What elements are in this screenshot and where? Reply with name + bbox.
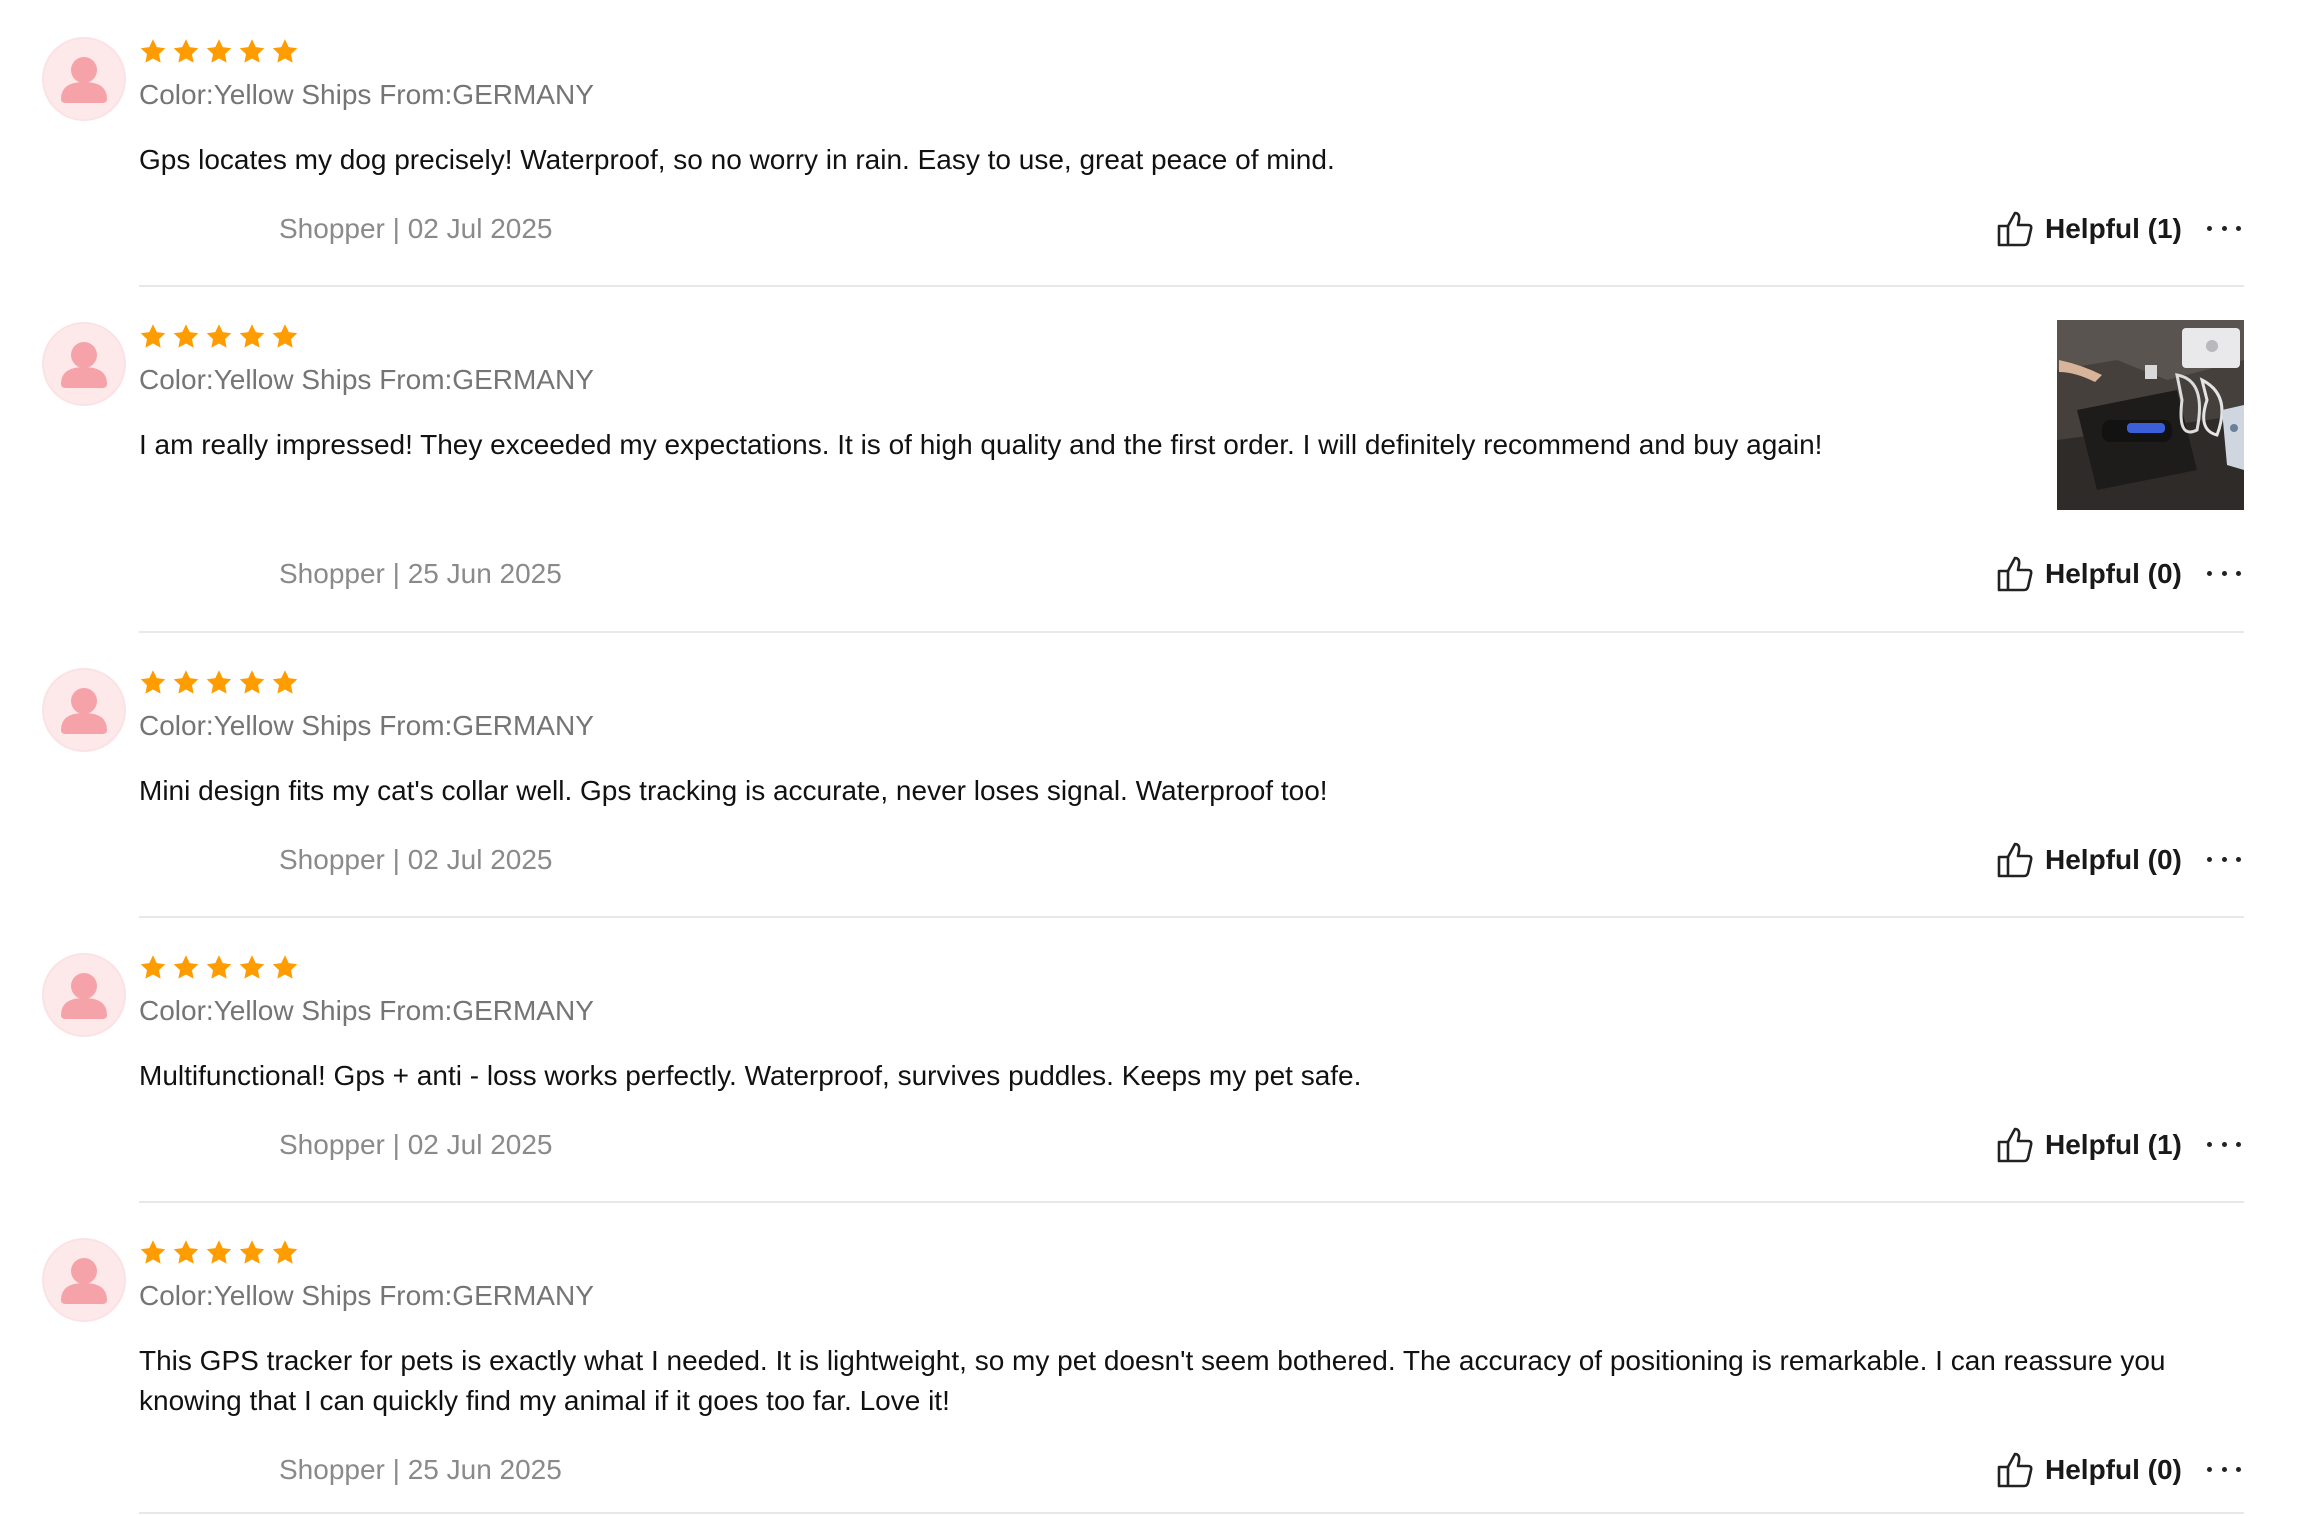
star-icon bbox=[237, 1238, 267, 1268]
star-rating bbox=[138, 953, 300, 983]
review-variant-meta: Color:Yellow Ships From:GERMANY bbox=[139, 710, 594, 741]
review-divider bbox=[139, 1201, 2244, 1203]
review-text: Mini design fits my cat's collar well. G… bbox=[139, 775, 1328, 806]
more-options-icon[interactable] bbox=[2207, 849, 2241, 869]
user-avatar-icon bbox=[42, 37, 126, 121]
helpful-label: Helpful (1) bbox=[2045, 1129, 2182, 1160]
review-variant-meta: Color:Yellow Ships From:GERMANY bbox=[139, 364, 594, 395]
star-icon bbox=[204, 37, 234, 67]
star-icon bbox=[270, 668, 300, 698]
review-variant-meta: Color:Yellow Ships From:GERMANY bbox=[139, 995, 594, 1026]
helpful-button[interactable]: Helpful (1) bbox=[1995, 207, 2182, 251]
star-icon bbox=[204, 322, 234, 352]
helpful-label: Helpful (1) bbox=[2045, 213, 2182, 244]
reviewer-date: Shopper | 02 Jul 2025 bbox=[279, 213, 553, 244]
thumbs-up-icon bbox=[1995, 554, 2035, 594]
star-icon bbox=[270, 953, 300, 983]
helpful-button[interactable]: Helpful (1) bbox=[1995, 1123, 2182, 1167]
helpful-label: Helpful (0) bbox=[2045, 1454, 2182, 1485]
reviewer-date: Shopper | 02 Jul 2025 bbox=[279, 844, 553, 875]
helpful-label: Helpful (0) bbox=[2045, 844, 2182, 875]
star-icon bbox=[171, 668, 201, 698]
star-icon bbox=[138, 37, 168, 67]
reviewer-date: Shopper | 25 Jun 2025 bbox=[279, 1454, 562, 1485]
review-variant-meta: Color:Yellow Ships From:GERMANY bbox=[139, 1280, 594, 1311]
review-variant-meta: Color:Yellow Ships From:GERMANY bbox=[139, 79, 594, 110]
user-avatar-icon bbox=[42, 668, 126, 752]
star-icon bbox=[138, 1238, 168, 1268]
helpful-button[interactable]: Helpful (0) bbox=[1995, 552, 2182, 596]
review-text: Gps locates my dog precisely! Waterproof… bbox=[139, 144, 1335, 175]
review-photo[interactable] bbox=[2057, 320, 2244, 510]
star-icon bbox=[237, 37, 267, 67]
more-options-icon[interactable] bbox=[2207, 218, 2241, 238]
star-icon bbox=[270, 322, 300, 352]
reviewer-date: Shopper | 02 Jul 2025 bbox=[279, 1129, 553, 1160]
user-avatar-icon bbox=[42, 322, 126, 406]
review-divider bbox=[139, 285, 2244, 287]
helpful-button[interactable]: Helpful (0) bbox=[1995, 1448, 2182, 1492]
star-rating bbox=[138, 322, 300, 352]
star-icon bbox=[171, 322, 201, 352]
star-icon bbox=[204, 668, 234, 698]
star-icon bbox=[138, 668, 168, 698]
star-icon bbox=[171, 953, 201, 983]
review-text: Multifunctional! Gps + anti - loss works… bbox=[139, 1060, 1362, 1091]
star-icon bbox=[237, 953, 267, 983]
review-text: I am really impressed! They exceeded my … bbox=[139, 429, 1823, 460]
reviewer-date: Shopper | 25 Jun 2025 bbox=[279, 558, 562, 589]
star-rating bbox=[138, 668, 300, 698]
helpful-label: Helpful (0) bbox=[2045, 558, 2182, 589]
star-icon bbox=[237, 322, 267, 352]
star-icon bbox=[171, 1238, 201, 1268]
star-icon bbox=[270, 37, 300, 67]
star-icon bbox=[204, 1238, 234, 1268]
review-divider bbox=[139, 916, 2244, 918]
thumbs-up-icon bbox=[1995, 209, 2035, 249]
star-icon bbox=[138, 322, 168, 352]
helpful-button[interactable]: Helpful (0) bbox=[1995, 838, 2182, 882]
review-divider bbox=[139, 1512, 2244, 1514]
user-avatar-icon bbox=[42, 953, 126, 1037]
star-icon bbox=[204, 953, 234, 983]
thumbs-up-icon bbox=[1995, 1450, 2035, 1490]
review-list: Color:Yellow Ships From:GERMANY Gps loca… bbox=[0, 0, 2302, 1516]
thumbs-up-icon bbox=[1995, 840, 2035, 880]
thumbs-up-icon bbox=[1995, 1125, 2035, 1165]
review-text: This GPS tracker for pets is exactly wha… bbox=[139, 1345, 2166, 1416]
user-avatar-icon bbox=[42, 1238, 126, 1322]
more-options-icon[interactable] bbox=[2207, 1459, 2241, 1479]
review-divider bbox=[139, 631, 2244, 633]
star-rating bbox=[138, 1238, 300, 1268]
more-options-icon[interactable] bbox=[2207, 563, 2241, 583]
star-icon bbox=[237, 668, 267, 698]
star-icon bbox=[270, 1238, 300, 1268]
more-options-icon[interactable] bbox=[2207, 1134, 2241, 1154]
star-rating bbox=[138, 37, 300, 67]
star-icon bbox=[171, 37, 201, 67]
star-icon bbox=[138, 953, 168, 983]
